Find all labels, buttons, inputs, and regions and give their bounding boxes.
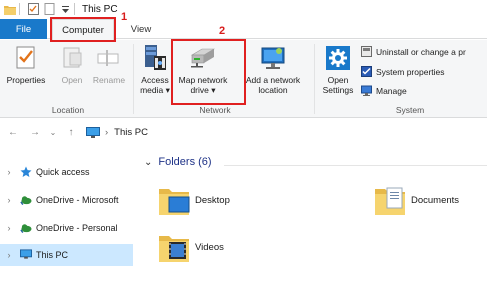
breadcrumb-this-pc[interactable]: This PC	[114, 127, 148, 138]
address-bar: ← → ⌄ ↑ › This PC	[0, 119, 487, 145]
access-media-label-1: Access	[141, 75, 169, 85]
nav-item-onedrive-microsoft[interactable]: › OneDrive - Microsoft	[0, 189, 133, 211]
section-divider	[224, 165, 487, 166]
nav-label: This PC	[36, 250, 69, 260]
folder-videos[interactable]: Videos	[157, 230, 224, 264]
navigation-pane: › Quick access › OneDrive - Microsoft › …	[0, 146, 133, 289]
manage-label: Manage	[376, 85, 407, 96]
nav-label: OneDrive - Personal	[36, 223, 118, 233]
open-label: Open	[61, 75, 83, 85]
computer-management-icon	[361, 85, 372, 96]
onedrive-cloud-icon	[20, 222, 32, 234]
tab-view[interactable]: View	[124, 19, 158, 39]
properties-check-icon[interactable]	[27, 3, 39, 15]
uninstall-label: Uninstall or change a pr	[376, 46, 466, 57]
folder-documents[interactable]: Documents	[373, 183, 459, 217]
folder-label: Documents	[411, 194, 460, 206]
folder-label: Desktop	[195, 194, 230, 206]
forward-arrow-icon[interactable]: →	[28, 127, 42, 138]
open-icon	[57, 43, 87, 73]
open-settings-label-2: Settings	[322, 85, 354, 95]
new-folder-icon[interactable]	[43, 3, 55, 15]
open-settings-button[interactable]: Open Settings	[319, 43, 357, 95]
section-title: Folders (6)	[158, 156, 212, 168]
recent-locations-chevron-icon[interactable]: ⌄	[46, 128, 60, 137]
customize-toolbar-icon[interactable]	[59, 3, 71, 15]
onedrive-cloud-icon	[20, 194, 32, 206]
expand-chevron-icon[interactable]: ›	[4, 167, 14, 177]
nav-item-this-pc[interactable]: › This PC	[0, 244, 133, 266]
properties-icon	[11, 43, 41, 73]
ribbon: Properties Open Rename Location Access m…	[0, 40, 487, 118]
separator	[74, 3, 75, 15]
breadcrumb-separator-icon: ›	[105, 126, 109, 138]
properties-label: Properties	[6, 75, 46, 85]
check-icon	[361, 66, 372, 77]
collapse-chevron-icon[interactable]: ⌄	[144, 157, 152, 168]
back-arrow-icon[interactable]: ←	[6, 127, 20, 138]
rename-label: Rename	[92, 75, 126, 85]
window-title: This PC	[82, 3, 118, 15]
separator	[19, 3, 20, 15]
rename-icon	[94, 43, 124, 73]
tab-computer[interactable]: Computer	[52, 19, 114, 40]
folder-icon	[4, 3, 16, 15]
expand-chevron-icon[interactable]: ›	[4, 250, 14, 260]
rename-button[interactable]: Rename	[90, 43, 128, 85]
properties-button[interactable]: Properties	[4, 43, 48, 85]
content-pane: ⌄ Folders (6) Desktop Documents Videos	[140, 146, 487, 289]
group-separator	[133, 44, 134, 114]
this-pc-icon	[20, 249, 32, 261]
nav-item-quick-access[interactable]: › Quick access	[0, 161, 133, 183]
manage-button[interactable]: Manage	[361, 85, 407, 96]
open-settings-label-1: Open	[327, 75, 349, 85]
system-properties-label: System properties	[376, 66, 445, 77]
nav-item-onedrive-personal[interactable]: › OneDrive - Personal	[0, 217, 133, 239]
section-header-folders[interactable]: ⌄ Folders (6)	[144, 156, 212, 168]
open-button[interactable]: Open	[57, 43, 87, 85]
add-location-label-1: Add a network	[245, 75, 301, 85]
annotation-number-1: 1	[121, 11, 128, 23]
uninstall-icon	[361, 46, 372, 57]
expand-chevron-icon[interactable]: ›	[4, 223, 14, 233]
gear-icon	[323, 43, 353, 73]
map-drive-label-1: Map network	[178, 75, 228, 85]
tab-file[interactable]: File	[0, 19, 47, 39]
network-drive-icon	[188, 43, 218, 73]
folder-desktop[interactable]: Desktop	[157, 183, 230, 217]
nav-label: Quick access	[36, 167, 90, 177]
nav-label: OneDrive - Microsoft	[36, 195, 119, 205]
group-label-network: Network	[199, 105, 231, 115]
star-icon	[20, 166, 32, 178]
this-pc-icon	[86, 126, 100, 138]
add-location-label-2: location	[258, 85, 288, 95]
address-field[interactable]: › This PC	[86, 122, 487, 142]
map-network-drive-button[interactable]: Map network drive ▾	[175, 43, 231, 95]
documents-folder-icon	[373, 183, 407, 217]
group-label-location: Location	[51, 105, 85, 115]
folder-label: Videos	[195, 241, 224, 253]
access-media-button[interactable]: Access media ▾	[137, 43, 173, 95]
up-arrow-icon[interactable]: ↑	[64, 127, 78, 138]
title-bar: This PC	[0, 0, 487, 18]
videos-folder-icon	[157, 230, 191, 264]
uninstall-program-button[interactable]: Uninstall or change a pr	[361, 46, 466, 57]
expand-chevron-icon[interactable]: ›	[4, 195, 14, 205]
media-server-icon	[140, 43, 170, 73]
access-media-label-2: media ▾	[140, 85, 170, 95]
system-properties-button[interactable]: System properties	[361, 66, 445, 77]
annotation-number-2: 2	[219, 25, 226, 37]
network-location-icon	[258, 43, 288, 73]
group-separator	[314, 44, 315, 114]
group-label-system: System	[395, 105, 425, 115]
map-drive-label-2: drive ▾	[190, 85, 216, 95]
desktop-folder-icon	[157, 183, 191, 217]
ribbon-tabs: File Computer View	[0, 19, 487, 40]
add-network-location-button[interactable]: Add a network location	[240, 43, 306, 95]
